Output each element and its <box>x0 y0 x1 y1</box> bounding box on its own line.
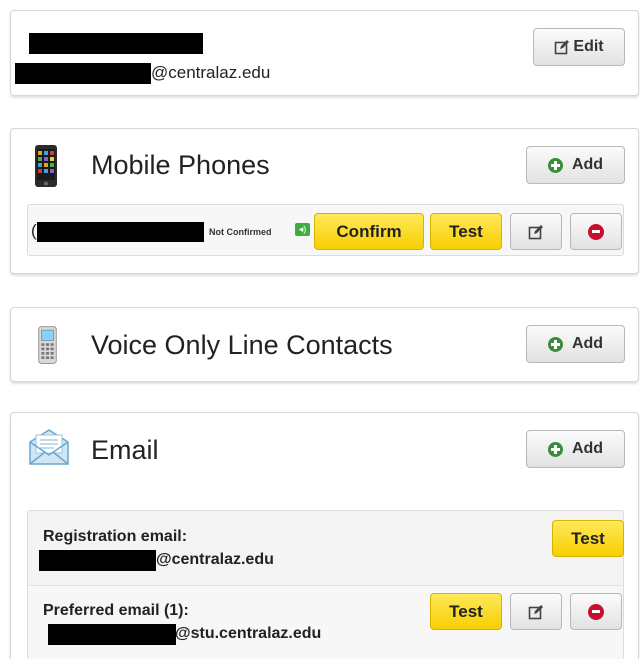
registration-email-row: Registration email: @centralaz.edu Test <box>27 510 624 586</box>
edit-mobile-button[interactable] <box>510 213 562 250</box>
redacted-registration-user <box>39 550 156 571</box>
voice-contacts-title: Voice Only Line Contacts <box>91 330 393 360</box>
delete-icon <box>588 223 604 240</box>
redacted-phone <box>37 222 204 242</box>
add-icon <box>547 441 563 457</box>
email-title: Email <box>91 435 159 465</box>
edit-icon <box>528 604 543 619</box>
test-preferred-label: Test <box>449 601 483 621</box>
add-email-label: Add <box>571 440 604 457</box>
mobile-phone-icon <box>35 145 57 187</box>
preferred-email-label: Preferred email (1): <box>43 602 189 619</box>
mobile-phones-panel: Mobile Phones Add ( Not Confirmed ◂) Con… <box>10 128 639 274</box>
edit-profile-button[interactable]: Edit <box>533 28 625 66</box>
delete-mobile-button[interactable] <box>570 213 622 250</box>
test-mobile-button[interactable]: Test <box>430 213 502 250</box>
mobile-phones-title: Mobile Phones <box>91 150 270 180</box>
landline-phone-icon <box>38 326 57 364</box>
test-registration-label: Test <box>571 528 605 548</box>
add-voice-label: Add <box>571 335 604 352</box>
add-mobile-label: Add <box>571 156 604 173</box>
delete-icon <box>588 603 604 620</box>
registration-email-domain: @centralaz.edu <box>156 551 274 568</box>
profile-email-domain: @centralaz.edu <box>151 63 271 82</box>
phone-status: Not Confirmed <box>209 227 272 237</box>
test-preferred-button[interactable]: Test <box>430 593 502 630</box>
preferred-email-domain: @stu.centralaz.edu <box>175 625 322 642</box>
edit-preferred-button[interactable] <box>510 593 562 630</box>
edit-label: Edit <box>573 38 604 55</box>
preferred-email-row: Preferred email (1): @stu.centralaz.edu … <box>27 586 624 659</box>
add-email-button[interactable]: Add <box>526 430 625 468</box>
registration-email-label: Registration email: <box>43 528 188 545</box>
redacted-username <box>15 63 151 84</box>
profile-panel: @centralaz.edu Edit <box>10 10 639 96</box>
add-mobile-button[interactable]: Add <box>526 146 625 184</box>
add-icon <box>547 336 563 352</box>
email-envelope-icon <box>29 429 69 465</box>
email-panel: Email Add Registration email: @centralaz… <box>10 412 639 659</box>
edit-icon <box>555 40 570 55</box>
mobile-entry-row: ( Not Confirmed ◂) Confirm Test <box>27 204 624 256</box>
redacted-preferred-user <box>48 624 176 645</box>
speaker-icon: ◂) <box>295 223 310 236</box>
voice-contacts-panel: Voice Only Line Contacts Add <box>10 307 639 382</box>
confirm-button[interactable]: Confirm <box>314 213 424 250</box>
test-mobile-label: Test <box>449 221 483 241</box>
add-icon <box>547 157 563 173</box>
test-registration-button[interactable]: Test <box>552 520 624 557</box>
redacted-name <box>29 33 203 54</box>
phone-prefix: ( <box>31 221 37 240</box>
add-voice-button[interactable]: Add <box>526 325 625 363</box>
edit-icon <box>528 224 543 239</box>
delete-preferred-button[interactable] <box>570 593 622 630</box>
confirm-label: Confirm <box>336 221 402 241</box>
